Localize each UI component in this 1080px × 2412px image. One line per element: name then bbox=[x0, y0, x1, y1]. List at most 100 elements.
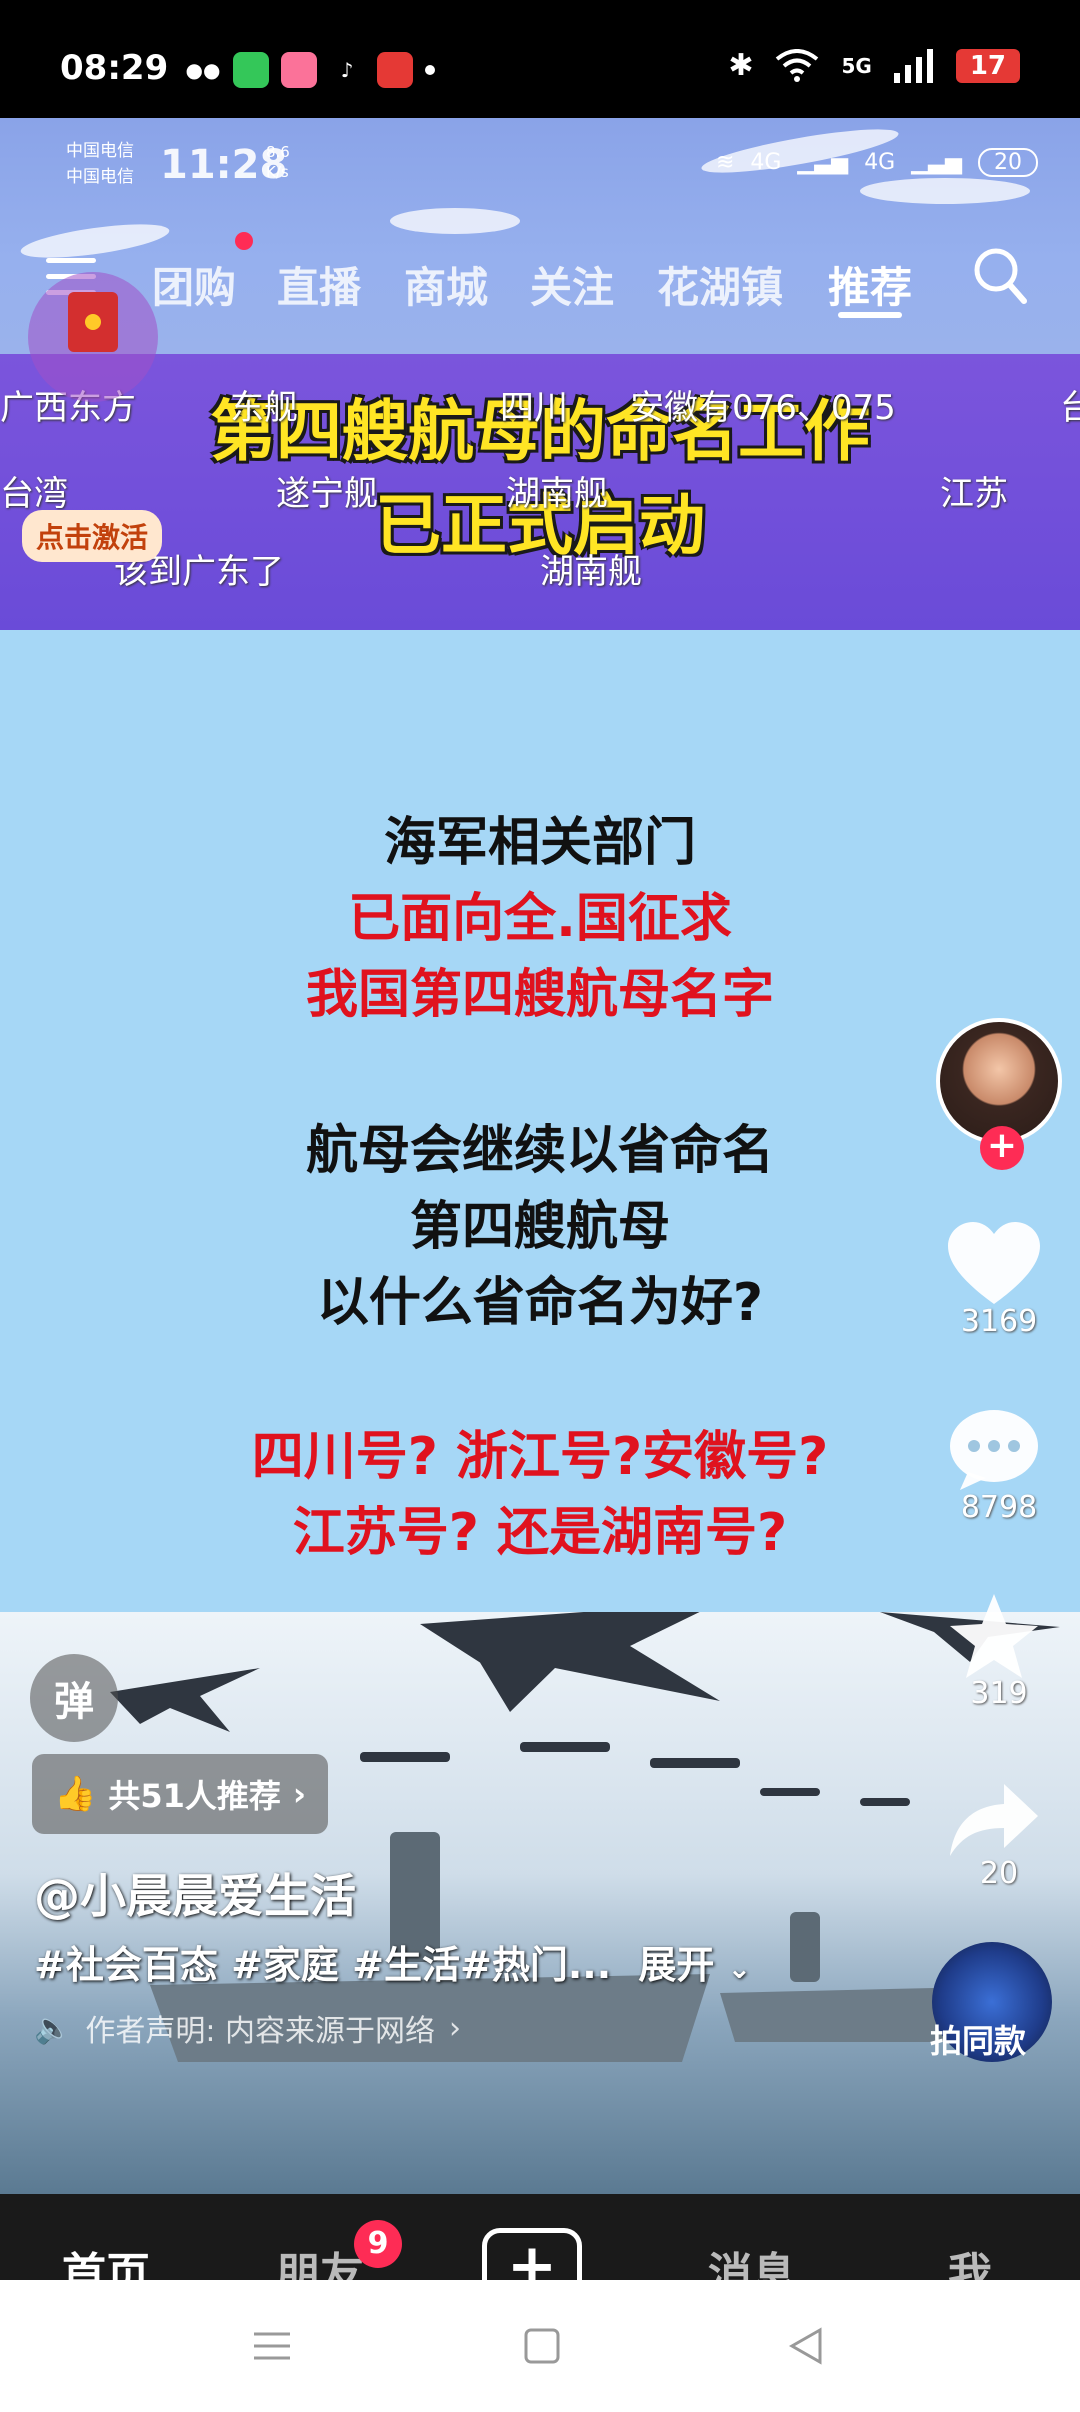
danmaku-comment: 湖南舰 bbox=[540, 552, 642, 592]
more-notifications-dot bbox=[425, 65, 435, 75]
danmaku-toggle-button[interactable]: 弹 bbox=[30, 1654, 118, 1742]
header-background: 中国电信 中国电信 11:28 8.6 K/s ≋ 4G ▁▃▅ 4G ▁▃▅ … bbox=[0, 118, 1080, 354]
favorite-button[interactable] bbox=[944, 1586, 1044, 1686]
friends-badge: 9 bbox=[354, 2220, 402, 2268]
star-icon bbox=[950, 1594, 1038, 1678]
share-arrow-icon bbox=[950, 1784, 1038, 1856]
recommend-pill[interactable]: 👍 共51人推荐 › bbox=[32, 1754, 329, 1834]
chevron-down-icon: ⌄ bbox=[727, 1952, 752, 1985]
swan-decoration bbox=[390, 208, 520, 234]
fighter-jet bbox=[420, 1612, 720, 1712]
status-time: 08:29 bbox=[60, 48, 169, 88]
video-text-line: 以什么省命名为好? bbox=[316, 1273, 764, 1333]
video-text-line: 航母会继续以省命名 bbox=[305, 1121, 774, 1181]
danmaku-comment: 湖南舰 bbox=[506, 474, 608, 514]
network-type: 5G bbox=[841, 53, 872, 78]
swan-decoration bbox=[860, 178, 1030, 204]
danmaku-comment: 台湾 bbox=[0, 474, 68, 514]
app-icon bbox=[377, 52, 413, 88]
chevron-right-icon: › bbox=[449, 2010, 462, 2046]
video-text-line: 江苏号? 还是湖南号? bbox=[292, 1503, 788, 1563]
wechat-icon: ●● bbox=[185, 58, 221, 82]
video-hashtags[interactable]: #社会百态 #家庭 #生活#热门... 展开 ⌄ bbox=[34, 1934, 751, 1989]
heart-icon bbox=[948, 1222, 1040, 1304]
menu-icon[interactable] bbox=[252, 2326, 292, 2366]
fighter-jet bbox=[110, 1668, 260, 1732]
status-bar: 08:29 ●● ♪ ✱ 5G 17 bbox=[0, 0, 1080, 118]
inner-net-1: 4G bbox=[750, 150, 782, 175]
tab-group-buy[interactable]: 团购 bbox=[152, 254, 236, 315]
nav-messages[interactable]: 消息 bbox=[708, 2238, 796, 2280]
bluetooth-icon: ✱ bbox=[728, 48, 754, 83]
video-text-line: 我国第四艘航母名字 bbox=[305, 965, 774, 1025]
notification-dot bbox=[235, 232, 253, 250]
top-nav: 团购 直播 商城 关注 花湖镇 推荐 bbox=[0, 240, 1080, 320]
video-text-line: 四川号? 浙江号?安徽号? bbox=[251, 1427, 829, 1487]
inner-battery: 20 bbox=[978, 148, 1038, 177]
nav-me[interactable]: 我 bbox=[948, 2238, 992, 2280]
aircraft bbox=[520, 1742, 610, 1752]
bilibili-icon bbox=[281, 52, 317, 88]
comment-count: 8798 bbox=[960, 1490, 1038, 1525]
video-text-line: 第四艘航母 bbox=[409, 1197, 670, 1257]
tab-mall[interactable]: 商城 bbox=[404, 254, 488, 315]
inner-signal-icon: ▁▃▅ bbox=[797, 150, 849, 175]
inner-carrier: 中国电信 中国电信 bbox=[66, 141, 134, 187]
tab-live[interactable]: 直播 bbox=[277, 254, 361, 315]
video-text-line: 海军相关部门 bbox=[383, 813, 696, 873]
home-square-icon[interactable] bbox=[522, 2326, 562, 2366]
nav-home[interactable]: 首页 bbox=[62, 2238, 150, 2280]
tab-following[interactable]: 关注 bbox=[530, 254, 614, 315]
danmaku-comment: 东舰 bbox=[230, 388, 298, 428]
comment-button[interactable] bbox=[944, 1400, 1044, 1500]
app-screen: 中国电信 中国电信 11:28 8.6 K/s ≋ 4G ▁▃▅ 4G ▁▃▅ … bbox=[0, 118, 1080, 2280]
aircraft bbox=[360, 1752, 450, 1762]
video-text-panel: 海军相关部门 已面向全.国征求 我国第四艘航母名字 航母会继续以省命名 第四艘航… bbox=[0, 630, 1080, 1612]
red-envelope-icon bbox=[68, 292, 118, 352]
speaker-icon: 🔈 bbox=[34, 2010, 72, 2046]
create-post-button[interactable]: + bbox=[482, 2228, 582, 2280]
author-username[interactable]: @小晨晨爱生活 bbox=[34, 1860, 356, 1926]
follow-button[interactable]: + bbox=[980, 1126, 1024, 1170]
red-packet-widget[interactable] bbox=[28, 272, 158, 404]
share-count: 20 bbox=[979, 1856, 1019, 1891]
notification-icons: ●● ♪ bbox=[185, 52, 435, 88]
battery-indicator: 17 bbox=[955, 48, 1020, 83]
aircraft bbox=[760, 1788, 820, 1796]
inner-signal-icon: ▁▃▅ bbox=[911, 150, 962, 175]
like-button[interactable] bbox=[944, 1214, 1044, 1314]
inner-wifi-icon: ≋ bbox=[715, 150, 735, 175]
bottom-nav: 首页 朋友 9 + 消息 我 展开 bbox=[0, 2194, 1080, 2280]
active-tab-indicator bbox=[838, 312, 902, 318]
inner-status-right: ≋ 4G ▁▃▅ 4G ▁▃▅ 20 bbox=[716, 148, 1038, 177]
shoot-same-style-label[interactable]: 拍同款 bbox=[930, 2016, 1026, 2062]
video-title-banner: 第四艘航母的命名工作 已正式启动 广西东方 东舰 四川 安徽有076、075 台… bbox=[0, 354, 1080, 630]
messages-icon bbox=[233, 52, 269, 88]
tiktok-icon: ♪ bbox=[340, 58, 354, 82]
inner-speed: 8.6 K/s bbox=[266, 143, 290, 181]
favorite-count: 319 bbox=[970, 1676, 1028, 1711]
aircraft bbox=[860, 1798, 910, 1806]
signal-icon bbox=[893, 48, 933, 83]
carrier-island bbox=[790, 1912, 820, 1982]
like-count: 3169 bbox=[960, 1304, 1038, 1339]
recommend-count: 共51人推荐 bbox=[108, 1777, 281, 1815]
tab-local[interactable]: 花湖镇 bbox=[657, 254, 783, 315]
danmaku-comment: 江苏 bbox=[940, 474, 1008, 514]
wifi-icon bbox=[776, 48, 819, 82]
danmaku-comment: 四川 bbox=[500, 388, 568, 428]
system-nav-bar bbox=[0, 2280, 1080, 2412]
back-triangle-icon[interactable] bbox=[786, 2326, 826, 2366]
inner-net-2: 4G bbox=[864, 150, 896, 175]
expand-description-link[interactable]: 展开 bbox=[638, 1943, 714, 1987]
comment-icon bbox=[950, 1410, 1038, 1490]
share-button[interactable] bbox=[944, 1770, 1044, 1870]
chevron-right-icon: › bbox=[292, 1775, 307, 1813]
thumbs-up-icon: 👍 bbox=[54, 1774, 97, 1814]
search-icon[interactable] bbox=[972, 246, 1028, 306]
author-disclaimer[interactable]: 🔈 作者声明: 内容来源于网络 › bbox=[34, 2006, 461, 2050]
activate-button[interactable]: 点击激活 bbox=[22, 510, 163, 562]
nav-friends[interactable]: 朋友 bbox=[276, 2238, 364, 2280]
tab-recommend[interactable]: 推荐 bbox=[828, 254, 912, 315]
aircraft bbox=[650, 1758, 740, 1768]
